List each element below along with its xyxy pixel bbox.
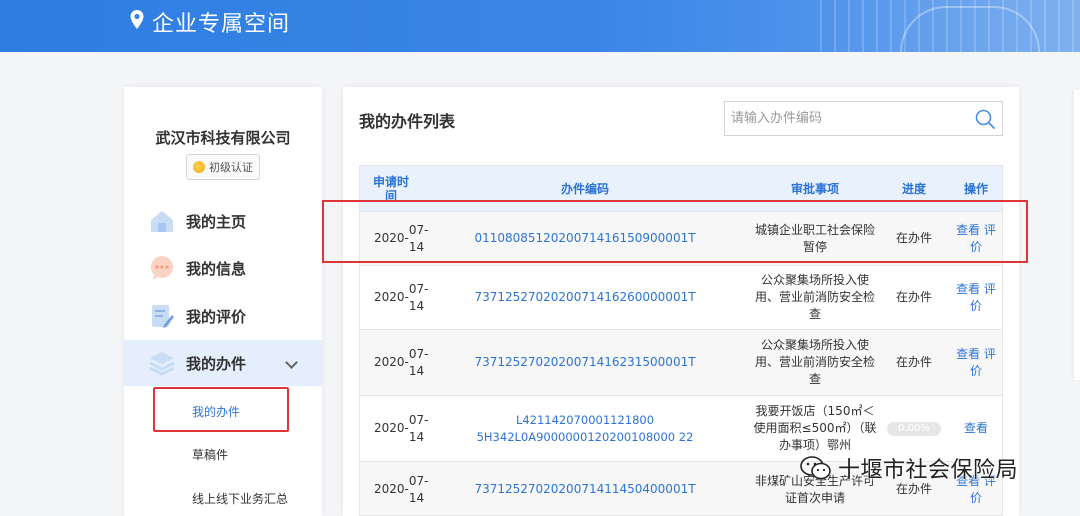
progress-bar: 0.00%: [887, 421, 941, 436]
apply-date: 2020- 07-14: [374, 346, 429, 378]
sidebar: 武汉市科技有限公司 初级认证 我的主页 我的信息 我的评价 我的办件 我的办件 …: [124, 87, 322, 516]
watermark: 十堰市社会保险局: [800, 451, 1018, 485]
chat-icon: [151, 256, 173, 280]
case-code[interactable]: L421142070001121800 5H342L0A900000012020…: [420, 396, 750, 461]
sidebar-subitem-summary[interactable]: 线上线下业务汇总: [124, 490, 322, 507]
case-code[interactable]: 7371252702020071416260000001T: [420, 266, 750, 329]
sidebar-item-cases[interactable]: 我的办件: [124, 340, 322, 386]
medal-icon: [193, 161, 205, 173]
company-name: 武汉市科技有限公司: [155, 129, 291, 147]
approval-item: 公众聚集场所投入使用、营业前消防安全检查: [754, 338, 875, 386]
row-actions: 查看 评价: [952, 330, 1000, 395]
review-icon: [152, 305, 174, 328]
certification-badge: 初级认证: [186, 154, 260, 180]
banner-arch-decoration: [900, 6, 1040, 52]
highlight-box-row: [322, 200, 1028, 263]
sidebar-item-home[interactable]: 我的主页: [124, 198, 322, 244]
watermark-text: 十堰市社会保险局: [838, 458, 1019, 483]
apply-date: 2020- 07-14: [374, 473, 429, 505]
case-code[interactable]: 7371252702020071416231500001T: [420, 330, 750, 395]
right-panel-edge: [1074, 90, 1080, 380]
search-icon[interactable]: [974, 108, 996, 130]
sidebar-item-label: 我的评价: [186, 307, 247, 326]
sidebar-subitem-drafts[interactable]: 草稿件: [124, 446, 322, 463]
case-status: 在办件: [895, 290, 932, 304]
list-title: 我的办件列表: [359, 112, 456, 131]
sidebar-item-info[interactable]: 我的信息: [124, 245, 322, 291]
view-link[interactable]: 查看: [964, 420, 988, 437]
layers-icon: [149, 352, 175, 376]
row-actions: 查看 评价: [952, 266, 1000, 329]
table-row: 2020- 07-14 7371252702020071416260000001T…: [360, 265, 1002, 329]
view-link[interactable]: 查看: [956, 347, 980, 361]
search-box: [724, 101, 1003, 136]
sidebar-item-label: 我的办件: [186, 354, 247, 373]
certification-label: 初级认证: [209, 161, 253, 174]
case-code[interactable]: 7371252702020071411450400001T: [420, 462, 750, 515]
apply-date: 2020- 07-14: [374, 281, 429, 313]
approval-item: 公众聚集场所投入使用、营业前消防安全检查: [754, 273, 875, 321]
sidebar-item-label: 我的主页: [186, 212, 247, 231]
highlight-box-subitem: [153, 387, 289, 432]
header-banner: 企业专属空间: [0, 0, 1080, 52]
home-icon: [151, 211, 173, 232]
table-row: 2020- 07-14 7371252702020071416231500001T…: [360, 329, 1002, 395]
apply-date: 2020- 07-14: [374, 412, 429, 444]
wechat-icon: [800, 456, 831, 480]
view-link[interactable]: 查看: [956, 282, 980, 296]
page-title: 企业专属空间: [152, 12, 291, 37]
case-status: 在办件: [895, 355, 932, 369]
chevron-down-icon[interactable]: [285, 356, 298, 369]
search-input[interactable]: [725, 102, 965, 135]
sidebar-item-reviews[interactable]: 我的评价: [124, 293, 322, 339]
location-pin-icon: [130, 10, 144, 29]
sidebar-item-label: 我的信息: [186, 259, 247, 278]
